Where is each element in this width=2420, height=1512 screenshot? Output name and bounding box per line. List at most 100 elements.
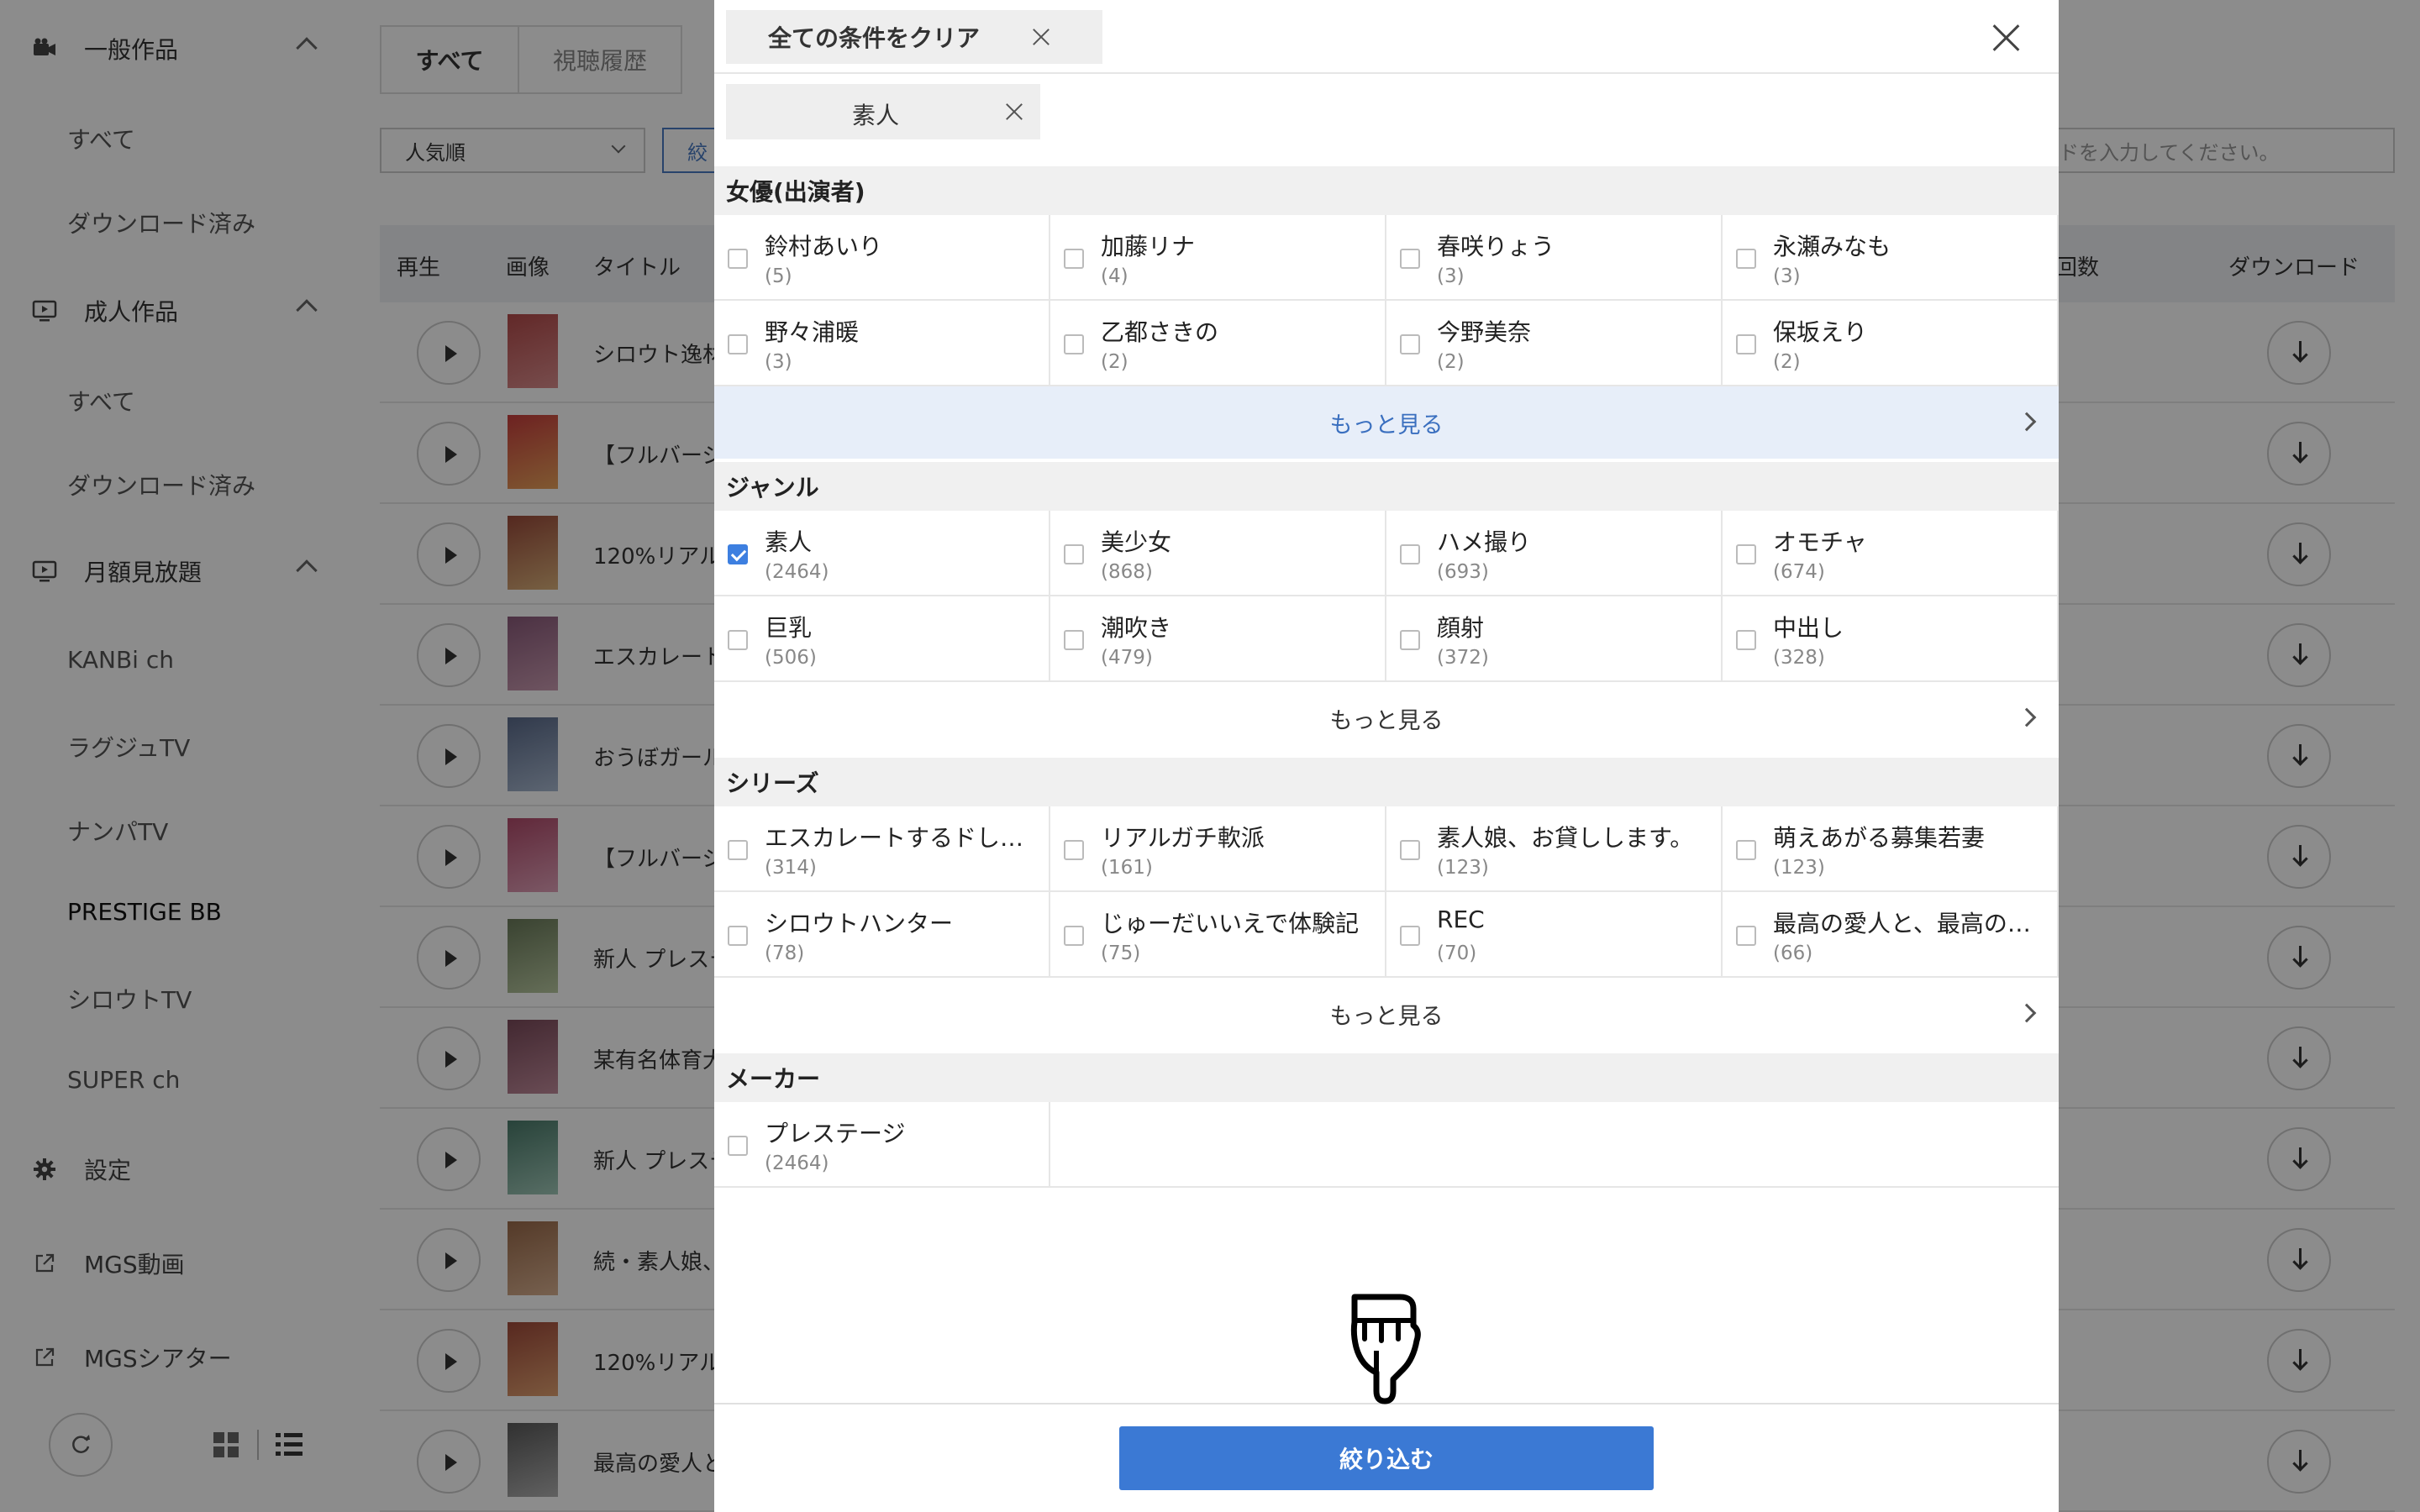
option-name: 保坂えり bbox=[1773, 318, 1868, 346]
checkbox[interactable] bbox=[1736, 334, 1756, 354]
option-name: 最高の愛人と、最高の… bbox=[1773, 910, 2031, 937]
option-count: (2464) bbox=[765, 561, 829, 583]
show-more-button[interactable]: もっと見る bbox=[714, 978, 2059, 1050]
filter-option[interactable]: REC (70) bbox=[1386, 892, 1723, 976]
checkbox[interactable] bbox=[1064, 249, 1084, 269]
checkbox[interactable] bbox=[728, 630, 748, 650]
option-name: REC bbox=[1437, 906, 1485, 933]
option-name: 鈴村あいり bbox=[765, 233, 883, 260]
filter-category-title: 女優(出演者) bbox=[714, 166, 2059, 215]
filter-option[interactable]: 鈴村あいり (5) bbox=[714, 215, 1050, 299]
option-count: (693) bbox=[1437, 561, 1489, 583]
show-more-label: もっと見る bbox=[1329, 1003, 1444, 1030]
filter-option[interactable]: シロウトハンター (78) bbox=[714, 892, 1050, 976]
filter-option[interactable]: 巨乳 (506) bbox=[714, 596, 1050, 680]
filter-option[interactable]: 最高の愛人と、最高の… (66) bbox=[1723, 892, 2059, 976]
filter-option[interactable]: 中出し (328) bbox=[1723, 596, 2059, 680]
checkbox[interactable] bbox=[1736, 840, 1756, 860]
filter-option[interactable]: 加藤リナ (4) bbox=[1050, 215, 1386, 299]
checkbox[interactable] bbox=[1064, 926, 1084, 946]
filter-category-title: メーカー bbox=[714, 1053, 2059, 1102]
chevron-right-icon bbox=[2017, 412, 2037, 432]
filter-option[interactable]: オモチャ (674) bbox=[1723, 511, 2059, 595]
filter-option-row: エスカレートするドし… (314) リアルガチ軟派 (161) 素人娘、お貸しします。 (… bbox=[714, 806, 2059, 892]
filter-option[interactable]: 今野美奈 (2) bbox=[1386, 301, 1723, 385]
checkbox[interactable] bbox=[1064, 544, 1084, 564]
filter-option[interactable]: 素人 (2464) bbox=[714, 511, 1050, 595]
filter-option[interactable]: 美少女 (868) bbox=[1050, 511, 1386, 595]
option-count: (479) bbox=[1101, 647, 1153, 669]
filter-option[interactable]: 乙都さきの (2) bbox=[1050, 301, 1386, 385]
filter-option[interactable]: 顔射 (372) bbox=[1386, 596, 1723, 680]
checkbox[interactable] bbox=[1400, 544, 1420, 564]
checkbox[interactable] bbox=[1400, 249, 1420, 269]
option-name: 中出し bbox=[1773, 614, 1844, 642]
option-name: 永瀬みなも bbox=[1773, 233, 1891, 260]
checkbox[interactable] bbox=[1736, 249, 1756, 269]
clear-all-label: 全ての条件をクリア bbox=[768, 24, 981, 52]
option-name: プレステージ bbox=[765, 1120, 906, 1147]
clear-all-conditions-button[interactable]: 全ての条件をクリア bbox=[726, 10, 1102, 64]
filter-option[interactable]: 潮吹き (479) bbox=[1050, 596, 1386, 680]
show-more-button[interactable]: もっと見る bbox=[714, 386, 2059, 459]
filter-option[interactable]: 野々浦暖 (3) bbox=[714, 301, 1050, 385]
option-count: (123) bbox=[1773, 857, 1825, 879]
filter-option[interactable]: 萌えあがる募集若妻 (123) bbox=[1723, 806, 2059, 890]
filter-option-row: プレステージ (2464) bbox=[714, 1102, 2059, 1188]
checkbox[interactable] bbox=[728, 249, 748, 269]
checkbox[interactable] bbox=[1064, 334, 1084, 354]
option-name: 顔射 bbox=[1437, 614, 1485, 642]
checkbox[interactable] bbox=[1736, 544, 1756, 564]
option-name: 春咲りょう bbox=[1437, 233, 1555, 260]
checkbox[interactable] bbox=[1400, 630, 1420, 650]
checkbox[interactable] bbox=[1400, 926, 1420, 946]
option-name: エスカレートするドし… bbox=[765, 824, 1024, 852]
option-name: 野々浦暖 bbox=[765, 318, 860, 346]
filter-option[interactable]: 春咲りょう (3) bbox=[1386, 215, 1723, 299]
filter-option[interactable]: 永瀬みなも (3) bbox=[1723, 215, 2059, 299]
show-more-button[interactable]: もっと見る bbox=[714, 682, 2059, 754]
option-name: ハメ撮り bbox=[1437, 528, 1532, 556]
checkbox[interactable] bbox=[1400, 334, 1420, 354]
option-count: (123) bbox=[1437, 857, 1489, 879]
option-name: じゅーだいいえで体験記 bbox=[1101, 910, 1360, 937]
option-name: オモチャ bbox=[1773, 528, 1867, 556]
option-count: (506) bbox=[765, 647, 817, 669]
option-name: 加藤リナ bbox=[1101, 233, 1196, 260]
filter-option-row: 野々浦暖 (3) 乙都さきの (2) 今野美奈 (2) 保坂えり (2) bbox=[714, 301, 2059, 386]
checkbox[interactable] bbox=[1064, 840, 1084, 860]
option-count: (161) bbox=[1101, 857, 1153, 879]
checkbox[interactable] bbox=[728, 1136, 748, 1156]
option-count: (66) bbox=[1773, 942, 1813, 964]
filter-option[interactable]: 素人娘、お貸しします。 (123) bbox=[1386, 806, 1723, 890]
filter-option-row: シロウトハンター (78) じゅーだいいえで体験記 (75) REC (70) 最高の愛人と… bbox=[714, 892, 2059, 978]
checkbox[interactable] bbox=[728, 926, 748, 946]
option-count: (372) bbox=[1437, 647, 1489, 669]
option-count: (328) bbox=[1773, 647, 1825, 669]
checkbox[interactable] bbox=[1064, 630, 1084, 650]
option-count: (75) bbox=[1101, 942, 1141, 964]
close-modal-button[interactable] bbox=[1991, 24, 2020, 52]
filter-option[interactable]: プレステージ (2464) bbox=[714, 1102, 1050, 1186]
checkbox[interactable] bbox=[728, 544, 748, 564]
option-count: (674) bbox=[1773, 561, 1825, 583]
option-name: 乙都さきの bbox=[1101, 318, 1219, 346]
chevron-right-icon bbox=[2017, 707, 2037, 727]
option-count: (5) bbox=[765, 265, 792, 287]
checkbox[interactable] bbox=[1736, 926, 1756, 946]
option-count: (3) bbox=[1773, 265, 1801, 287]
checkbox[interactable] bbox=[1400, 840, 1420, 860]
filter-option[interactable]: じゅーだいいえで体験記 (75) bbox=[1050, 892, 1386, 976]
filter-option[interactable]: ハメ撮り (693) bbox=[1386, 511, 1723, 595]
filter-option[interactable]: エスカレートするドし… (314) bbox=[714, 806, 1050, 890]
apply-button-highlight bbox=[1107, 1416, 1664, 1500]
option-name: 素人娘、お貸しします。 bbox=[1437, 824, 1694, 852]
checkbox[interactable] bbox=[728, 334, 748, 354]
checkbox[interactable] bbox=[728, 840, 748, 860]
filter-option[interactable]: 保坂えり (2) bbox=[1723, 301, 2059, 385]
option-name: 美少女 bbox=[1101, 528, 1172, 556]
active-filter-chip[interactable]: 素人 bbox=[726, 84, 1040, 139]
checkbox[interactable] bbox=[1736, 630, 1756, 650]
filter-option[interactable]: リアルガチ軟派 (161) bbox=[1050, 806, 1386, 890]
option-count: (70) bbox=[1437, 942, 1477, 964]
